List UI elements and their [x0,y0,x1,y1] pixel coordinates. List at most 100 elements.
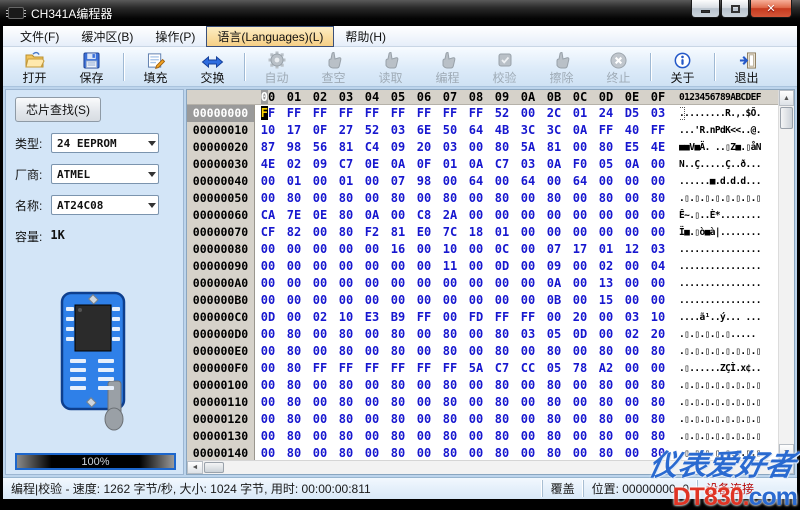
hex-byte[interactable]: 00 [619,343,645,360]
hex-byte[interactable]: F0 [567,156,593,173]
hex-byte[interactable]: FF [307,105,333,122]
hex-byte[interactable]: 0A [541,275,567,292]
hex-byte[interactable]: 00 [255,241,281,258]
hex-byte[interactable]: 00 [385,275,411,292]
hex-byte[interactable]: 80 [437,343,463,360]
hex-byte[interactable]: 00 [359,343,385,360]
hex-byte[interactable]: 00 [307,241,333,258]
hex-byte[interactable]: 0D [567,326,593,343]
hex-byte[interactable]: 80 [645,190,671,207]
hex-byte[interactable]: 80 [385,445,411,460]
hex-byte[interactable]: 00 [645,275,671,292]
hex-byte[interactable]: 00 [645,207,671,224]
hex-byte[interactable]: 98 [411,173,437,190]
hex-byte[interactable]: 00 [411,411,437,428]
hex-byte[interactable]: 0B [541,292,567,309]
hex-byte[interactable]: 80 [333,445,359,460]
hex-byte[interactable]: 24 [593,105,619,122]
hex-byte[interactable]: 17 [281,122,307,139]
hex-byte[interactable]: 00 [463,241,489,258]
hex-byte[interactable]: 00 [645,292,671,309]
hex-byte[interactable]: FF [281,105,307,122]
hex-byte[interactable]: 00 [255,445,281,460]
hex-byte[interactable]: 00 [333,241,359,258]
hex-byte[interactable]: 00 [619,258,645,275]
hex-byte[interactable]: 05 [541,360,567,377]
hex-byte[interactable]: 52 [489,105,515,122]
hex-byte[interactable]: 00 [515,224,541,241]
hex-byte[interactable]: 80 [385,326,411,343]
hex-byte[interactable]: 00 [567,207,593,224]
hex-byte[interactable]: 09 [385,139,411,156]
hex-byte[interactable]: 80 [385,394,411,411]
hex-byte[interactable]: 00 [385,292,411,309]
hex-byte[interactable]: 03 [437,139,463,156]
hex-byte[interactable]: 80 [489,377,515,394]
hex-byte[interactable]: 00 [515,343,541,360]
hex-byte[interactable]: 01 [333,173,359,190]
hex-byte[interactable]: 00 [385,258,411,275]
hex-byte[interactable]: 80 [541,377,567,394]
hex-byte[interactable]: 00 [619,377,645,394]
minimize-button[interactable] [691,0,720,18]
hex-byte[interactable]: 81 [385,224,411,241]
hex-byte[interactable]: E5 [619,139,645,156]
hex-byte[interactable]: 4E [255,156,281,173]
hex-byte[interactable]: 80 [333,377,359,394]
hex-byte[interactable]: 00 [619,190,645,207]
hex-byte[interactable]: 07 [541,241,567,258]
hex-byte[interactable]: C7 [489,360,515,377]
hex-byte[interactable]: 00 [593,326,619,343]
hex-byte[interactable]: 80 [593,377,619,394]
hex-byte[interactable]: 00 [411,428,437,445]
hex-byte[interactable]: 00 [619,292,645,309]
hex-byte[interactable]: FF [411,105,437,122]
hex-byte[interactable]: 00 [281,309,307,326]
hex-byte[interactable]: 00 [359,258,385,275]
hex-byte[interactable]: 80 [541,411,567,428]
hex-byte[interactable]: 00 [567,190,593,207]
hex-byte[interactable]: 80 [489,394,515,411]
hex-byte[interactable]: 82 [281,224,307,241]
hex-byte[interactable]: 00 [567,343,593,360]
hex-byte[interactable]: 80 [593,139,619,156]
hex-byte[interactable]: 00 [619,224,645,241]
hex-byte[interactable]: 00 [255,411,281,428]
hex-byte[interactable]: FF [385,360,411,377]
hex-byte[interactable]: 03 [515,156,541,173]
hex-byte[interactable]: 00 [645,224,671,241]
hex-byte[interactable]: 00 [359,190,385,207]
hex-byte[interactable]: 01 [567,105,593,122]
hex-byte[interactable]: 00 [645,156,671,173]
hex-byte[interactable]: 00 [411,292,437,309]
hex-byte[interactable]: 80 [333,428,359,445]
hex-byte[interactable]: 80 [385,190,411,207]
hex-byte[interactable]: 80 [541,394,567,411]
hex-byte[interactable]: 00 [593,173,619,190]
hex-byte[interactable]: 0D [489,258,515,275]
hex-byte[interactable]: FF [437,360,463,377]
hex-byte[interactable]: 05 [541,326,567,343]
hex-byte[interactable]: 00 [645,360,671,377]
hex-byte[interactable]: 00 [515,428,541,445]
hex-byte[interactable]: A2 [593,360,619,377]
hex-byte[interactable]: 00 [541,224,567,241]
hex-byte[interactable]: 00 [411,343,437,360]
chip-search-button[interactable]: 芯片查找(S) [15,97,101,122]
hex-byte[interactable]: 64 [567,173,593,190]
hex-byte[interactable]: 00 [515,394,541,411]
hex-byte[interactable]: 00 [515,258,541,275]
hex-byte[interactable]: FF [437,105,463,122]
hex-byte[interactable]: FF [359,105,385,122]
hex-byte[interactable]: 00 [489,275,515,292]
hex-byte[interactable]: FF [307,360,333,377]
hex-byte[interactable]: 00 [593,207,619,224]
hex-byte[interactable]: 0C [489,241,515,258]
hex-byte[interactable]: 01 [281,173,307,190]
hex-byte[interactable]: 00 [307,292,333,309]
hex-byte[interactable]: 00 [567,292,593,309]
hex-byte[interactable]: C8 [411,207,437,224]
hex-byte[interactable]: 0E [307,207,333,224]
hex-byte[interactable]: 15 [593,292,619,309]
hex-byte[interactable]: 00 [359,326,385,343]
